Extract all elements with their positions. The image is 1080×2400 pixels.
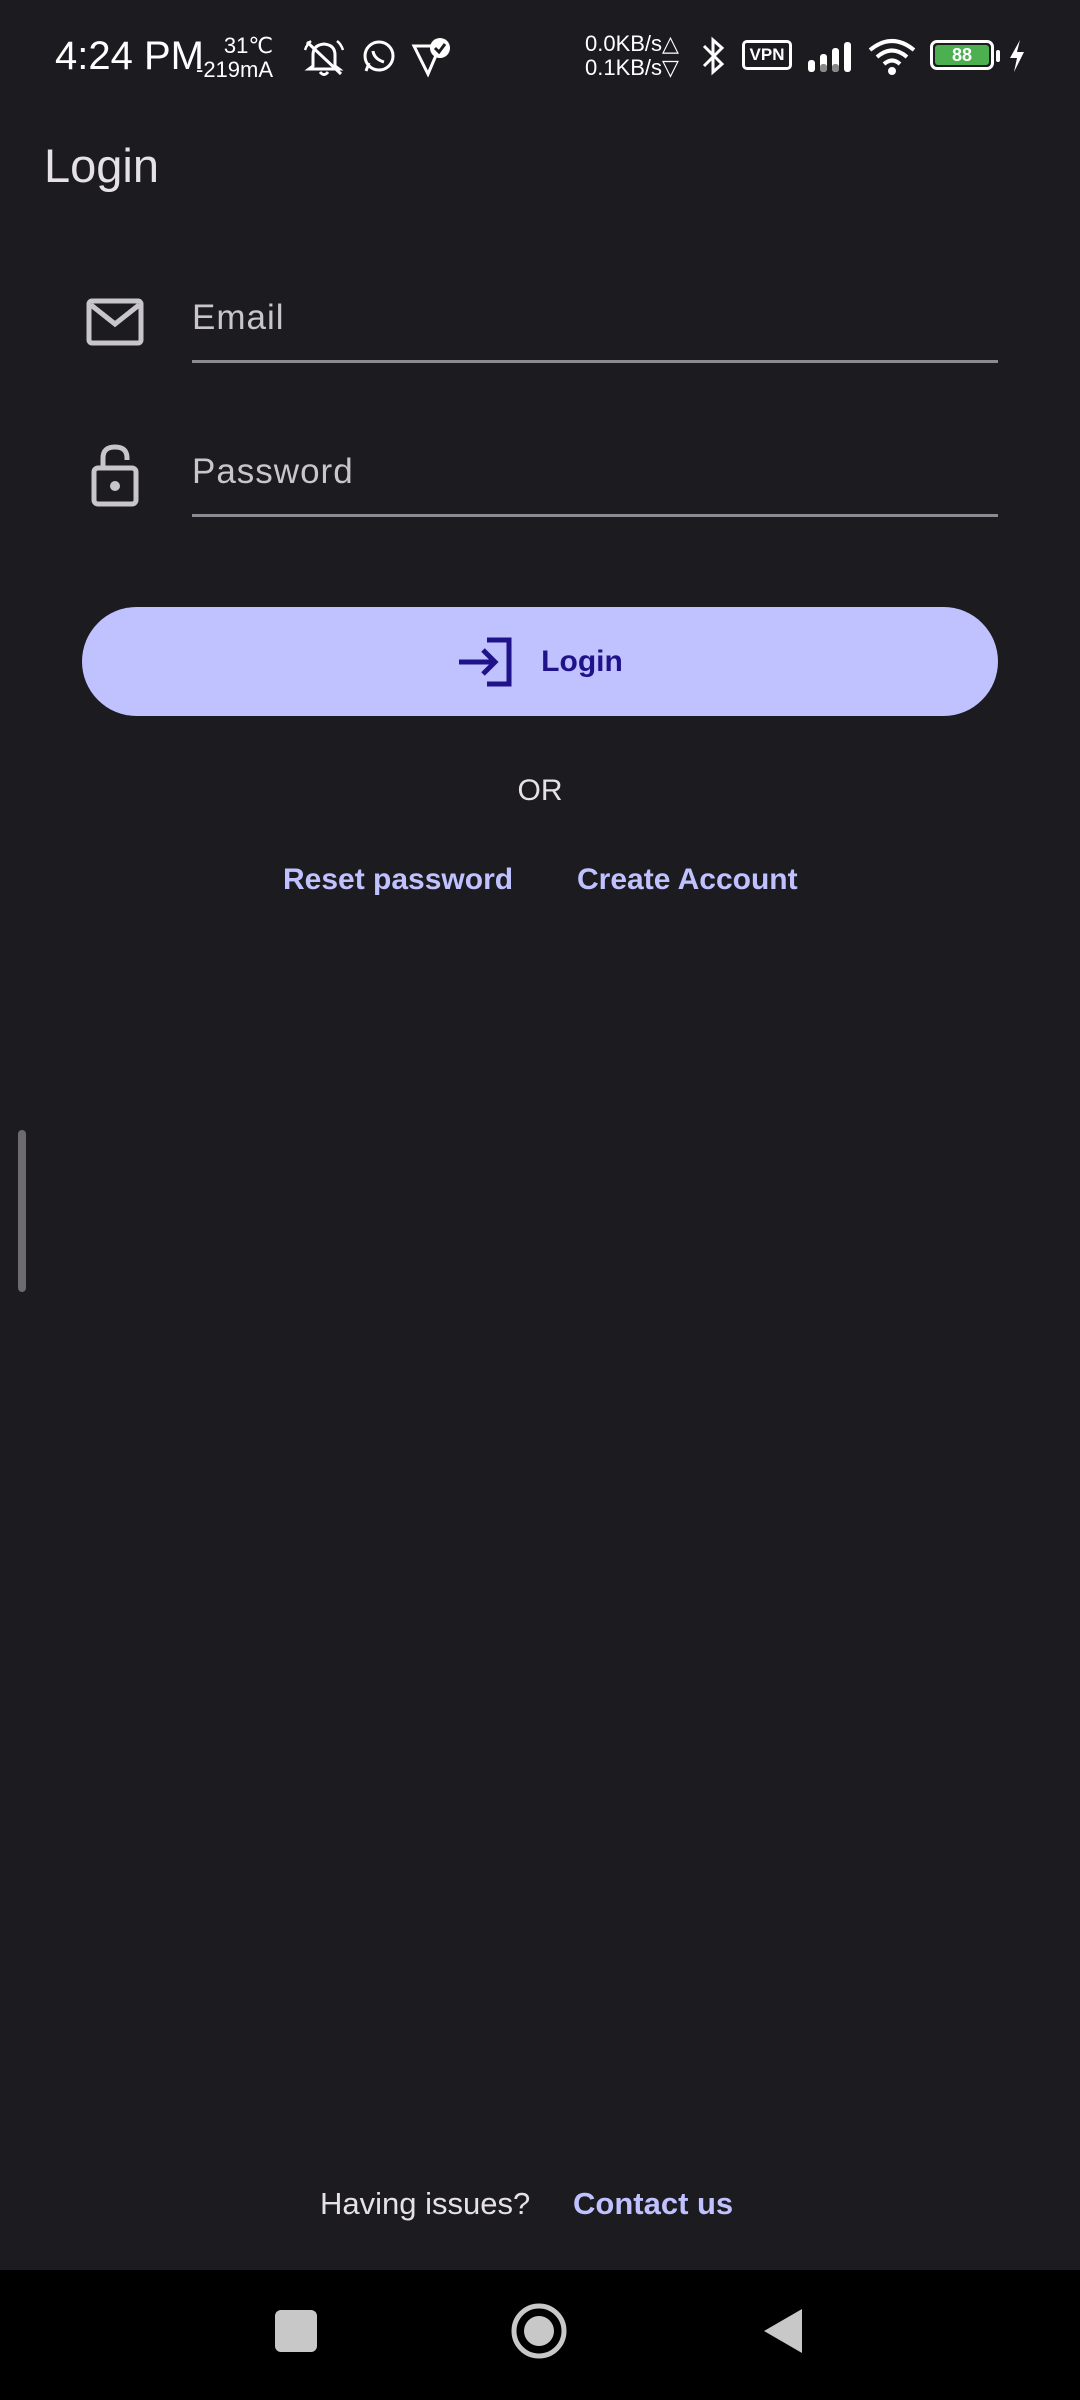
login-button-label: Login	[541, 644, 623, 678]
password-input[interactable]	[192, 437, 998, 507]
upload-arrow-icon: △	[662, 31, 679, 56]
battery-icon: 88	[930, 40, 994, 70]
vpn-icon: VPN	[742, 40, 792, 70]
create-account-link[interactable]: Create Account	[577, 863, 798, 897]
bluetooth-icon	[702, 36, 725, 76]
status-bar: 4:24 PM 31℃ -219mA 0.0KB/s△ 0.1KB/s▽ VPN…	[0, 0, 1080, 112]
status-upload-speed: 0.0KB/s	[585, 31, 663, 56]
battery-level: 88	[935, 45, 989, 65]
signal-strength-icon	[808, 42, 851, 72]
envelope-icon	[86, 298, 144, 346]
email-input[interactable]	[192, 283, 998, 353]
email-underline	[192, 360, 998, 363]
reset-password-link[interactable]: Reset password	[283, 863, 513, 897]
status-current: -219mA	[196, 57, 274, 82]
muted-bell-icon	[303, 40, 345, 76]
footer-question: Having issues?	[320, 2186, 531, 2221]
login-button[interactable]: Login	[82, 607, 998, 716]
wifi-icon	[868, 39, 916, 75]
login-arrow-icon	[459, 637, 512, 686]
download-arrow-icon: ▽	[662, 55, 679, 80]
battery-tip	[996, 50, 1000, 62]
edge-scroll-handle[interactable]	[18, 1130, 26, 1292]
recent-apps-button[interactable]	[275, 2310, 317, 2352]
contact-us-link[interactable]: Contact us	[573, 2186, 733, 2222]
password-underline	[192, 514, 998, 517]
login-screen: 4:24 PM 31℃ -219mA 0.0KB/s△ 0.1KB/s▽ VPN…	[0, 0, 1080, 2400]
or-divider-text: OR	[517, 774, 563, 807]
verified-shield-icon	[411, 38, 450, 78]
lock-icon	[91, 444, 139, 507]
status-temp-current: 31℃ -219mA	[196, 34, 273, 82]
email-field[interactable]	[192, 283, 998, 363]
status-network-speed: 0.0KB/s△ 0.1KB/s▽	[585, 32, 679, 80]
status-download-speed: 0.1KB/s	[585, 55, 663, 80]
password-field[interactable]	[192, 437, 998, 517]
charging-icon	[1010, 40, 1024, 72]
whatsapp-icon	[363, 40, 395, 72]
status-temperature: 31℃	[223, 33, 274, 58]
system-nav-bar	[0, 2270, 1080, 2400]
home-button[interactable]	[510, 2302, 568, 2360]
back-button[interactable]	[760, 2306, 806, 2356]
page-title: Login	[44, 139, 159, 192]
status-time: 4:24 PM	[55, 34, 204, 78]
